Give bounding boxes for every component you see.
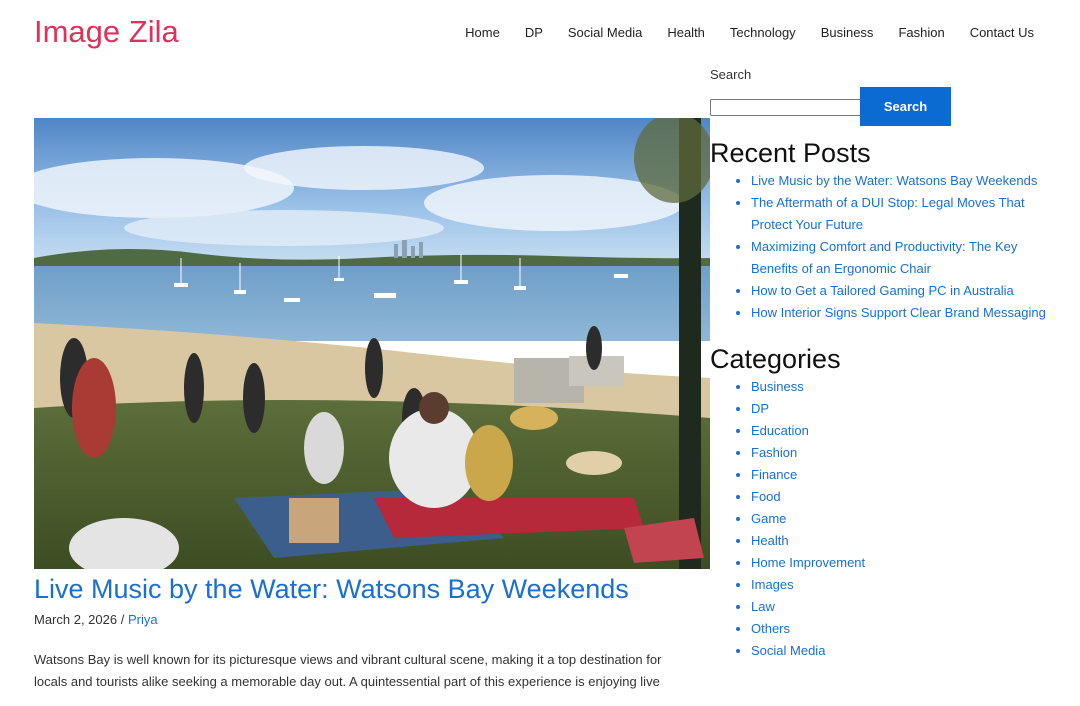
search-form: Search [710,86,1050,126]
post-date: March 2, 2026 [34,612,118,627]
category-link-finance[interactable]: Finance [751,467,797,482]
recent-post-item: Live Music by the Water: Watsons Bay Wee… [751,170,1050,192]
post-meta: March 2, 2026 / Priya [34,611,710,629]
category-link-dp[interactable]: DP [751,401,769,416]
category-link-health[interactable]: Health [751,533,789,548]
category-link-fashion[interactable]: Fashion [751,445,797,460]
main-content: Live Music by the Water: Watsons Bay Wee… [34,118,710,706]
post-excerpt: Watsons Bay is well known for its pictur… [34,652,662,689]
category-link-images[interactable]: Images [751,577,794,592]
sidebar: Search Search Recent Posts Live Music by… [710,66,1050,662]
category-link-education[interactable]: Education [751,423,809,438]
search-button[interactable]: Search [860,87,951,126]
beach-photo [34,118,710,569]
category-item: DP [751,398,1050,420]
category-item: Finance [751,464,1050,486]
meta-separator: / [117,612,128,627]
category-link-home-improvement[interactable]: Home Improvement [751,555,865,570]
categories-title: Categories [710,344,841,374]
category-item: Game [751,508,1050,530]
recent-posts-title: Recent Posts [710,138,871,168]
nav-item-business[interactable]: Business [821,24,874,42]
search-input[interactable] [710,99,862,116]
category-item: Images [751,574,1050,596]
nav-item-technology[interactable]: Technology [730,24,796,42]
recent-post-link[interactable]: Live Music by the Water: Watsons Bay Wee… [751,173,1037,188]
recent-post-link[interactable]: The Aftermath of a DUI Stop: Legal Moves… [751,195,1025,232]
category-item: Health [751,530,1050,552]
post-author-link[interactable]: Priya [128,612,158,627]
post-article: Live Music by the Water: Watsons Bay Wee… [34,118,710,693]
site-header: Image Zila Home DP Social Media Health T… [0,0,1080,66]
category-item: Social Media [751,640,1050,662]
main-nav: Home DP Social Media Health Technology B… [465,24,1034,42]
recent-post-item: Maximizing Comfort and Productivity: The… [751,236,1050,280]
nav-item-contact-us[interactable]: Contact Us [970,24,1034,42]
categories-list: Business DP Education Fashion Finance Fo… [710,376,1050,662]
site-title[interactable]: Image Zila [34,12,179,52]
nav-item-social-media[interactable]: Social Media [568,24,642,42]
category-link-social-media[interactable]: Social Media [751,643,825,658]
category-item: Fashion [751,442,1050,464]
featured-image[interactable] [34,118,710,569]
nav-item-fashion[interactable]: Fashion [898,24,944,42]
category-link-law[interactable]: Law [751,599,775,614]
category-link-food[interactable]: Food [751,489,781,504]
category-item: Business [751,376,1050,398]
recent-post-item: How Interior Signs Support Clear Brand M… [751,302,1050,324]
category-item: Law [751,596,1050,618]
post-title-link[interactable]: Live Music by the Water: Watsons Bay Wee… [34,574,629,604]
category-link-game[interactable]: Game [751,511,786,526]
recent-posts-list: Live Music by the Water: Watsons Bay Wee… [710,170,1050,324]
post-title: Live Music by the Water: Watsons Bay Wee… [34,571,710,607]
recent-post-link[interactable]: How Interior Signs Support Clear Brand M… [751,305,1046,320]
recent-post-item: The Aftermath of a DUI Stop: Legal Moves… [751,192,1050,236]
category-link-business[interactable]: Business [751,379,804,394]
category-link-others[interactable]: Others [751,621,790,636]
category-item: Food [751,486,1050,508]
category-item: Education [751,420,1050,442]
nav-item-health[interactable]: Health [667,24,705,42]
recent-post-link[interactable]: How to Get a Tailored Gaming PC in Austr… [751,283,1014,298]
nav-item-home[interactable]: Home [465,24,500,42]
category-item: Home Improvement [751,552,1050,574]
category-item: Others [751,618,1050,640]
recent-post-link[interactable]: Maximizing Comfort and Productivity: The… [751,239,1017,276]
recent-post-item: How to Get a Tailored Gaming PC in Austr… [751,280,1050,302]
nav-item-dp[interactable]: DP [525,24,543,42]
search-label: Search [710,67,752,82]
